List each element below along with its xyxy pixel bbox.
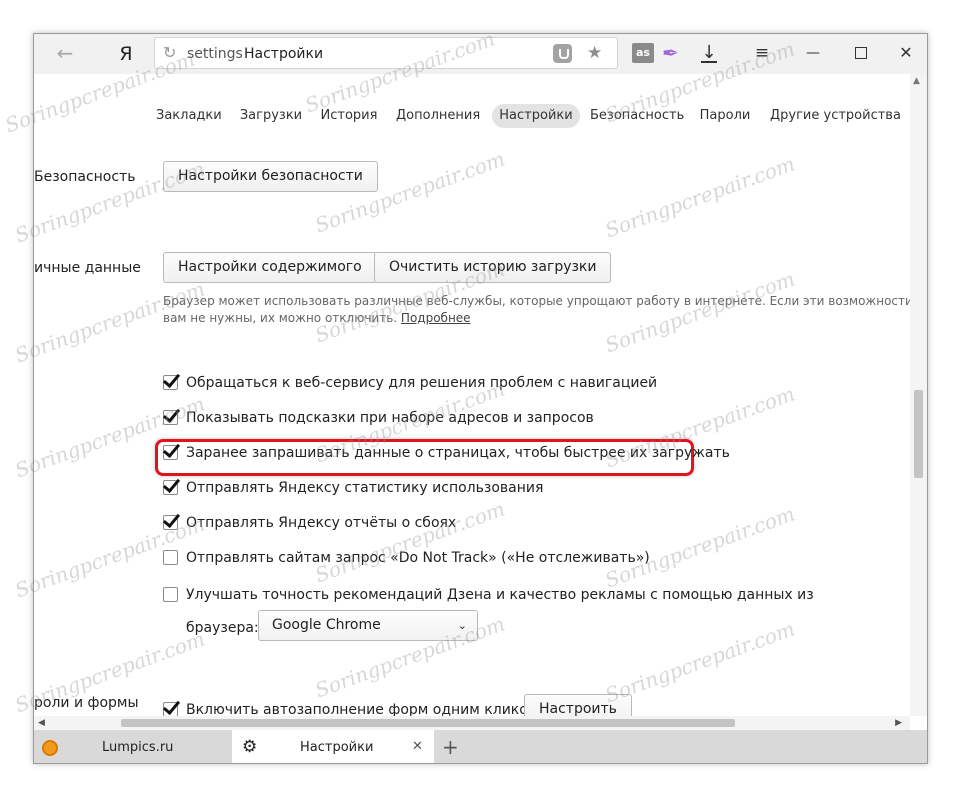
back-arrow-icon[interactable]: ← <box>52 40 78 66</box>
settings-content: Безопасность Настройки безопасности ичны… <box>34 156 927 725</box>
minimize-icon[interactable]: — <box>798 40 828 66</box>
prefetch-pages-label: Заранее запрашивать данные о страницах, … <box>186 445 730 461</box>
scroll-left-icon[interactable]: ◀ <box>38 716 45 730</box>
browser-select[interactable]: Google Chrome ⌄ <box>258 610 478 641</box>
settings-nav: Закладки Загрузки История Дополнения Нас… <box>34 74 927 156</box>
tab-lumpics-title: Lumpics.ru <box>102 740 174 755</box>
tab-settings[interactable]: Настройки <box>492 104 580 128</box>
tab-passwords[interactable]: Пароли <box>696 104 754 128</box>
scroll-up-icon[interactable]: ▲ <box>913 76 920 86</box>
crash-reports-checkbox[interactable] <box>163 515 178 530</box>
horizontal-scroll-thumb[interactable] <box>121 719 735 727</box>
tab-strip: Lumpics.ru ⚙ Настройки ✕ + <box>34 730 927 763</box>
section-security-label: Безопасность <box>34 169 136 185</box>
maximize-icon[interactable] <box>845 40 875 66</box>
horizontal-scrollbar[interactable]: ◀ ▶ <box>34 716 910 730</box>
close-window-icon[interactable]: ✕ <box>891 40 921 66</box>
reload-icon[interactable]: ↻ <box>163 44 176 62</box>
browser-toolbar: ← Я ↻ settings Настройки ★ as ✒ ↓ ≡ — ✕ <box>34 34 927 74</box>
tab-extensions[interactable]: Дополнения <box>396 104 480 128</box>
tab-bookmarks[interactable]: Закладки <box>156 104 222 128</box>
section-personal-data-label: ичные данные <box>34 260 141 276</box>
gear-icon: ⚙ <box>242 737 258 757</box>
tab-settings-page[interactable]: ⚙ Настройки ✕ <box>232 730 434 763</box>
tab-history[interactable]: История <box>318 104 380 128</box>
browser-select-label: браузера: <box>186 620 259 636</box>
protect-shield-icon[interactable] <box>553 44 572 63</box>
url-page-name: Настройки <box>244 46 324 62</box>
address-bar[interactable]: ↻ settings Настройки ★ <box>154 37 618 69</box>
crash-reports-label: Отправлять Яндексу отчёты о сбоях <box>186 515 457 531</box>
vertical-scrollbar[interactable]: ▲ <box>910 74 927 716</box>
browser-window: ← Я ↻ settings Настройки ★ as ✒ ↓ ≡ — ✕ … <box>33 33 928 764</box>
usage-statistics-label: Отправлять Яндексу статистику использова… <box>186 480 544 496</box>
prefetch-pages-checkbox[interactable] <box>163 445 178 460</box>
tab-settings-title: Настройки <box>300 740 374 755</box>
bookmark-star-icon[interactable]: ★ <box>587 43 602 63</box>
do-not-track-checkbox[interactable] <box>163 550 178 565</box>
yandex-logo[interactable]: Я <box>116 41 136 67</box>
tab-downloads[interactable]: Загрузки <box>239 104 303 128</box>
lastfm-extension-icon[interactable]: as <box>632 43 654 63</box>
vertical-scroll-thumb[interactable] <box>914 390 923 478</box>
chevron-down-icon: ⌄ <box>457 619 467 632</box>
zen-recommendations-label: Улучшать точность рекомендаций Дзена и к… <box>186 587 814 603</box>
help-text-body: Браузер может использовать различные веб… <box>163 294 913 325</box>
search-suggestions-label: Показывать подсказки при наборе адресов … <box>186 410 594 426</box>
content-settings-button[interactable]: Настройки содержимого <box>163 252 377 283</box>
usage-statistics-checkbox[interactable] <box>163 480 178 495</box>
scroll-right-icon[interactable]: ▶ <box>895 716 902 730</box>
downloads-icon[interactable]: ↓ <box>698 40 720 66</box>
lumpics-favicon-icon <box>42 740 58 756</box>
close-tab-icon[interactable]: ✕ <box>412 738 423 756</box>
web-services-help-text: Браузер может использовать различные веб… <box>163 293 913 327</box>
autofill-checkbox[interactable] <box>163 702 178 717</box>
browser-select-value: Google Chrome <box>272 617 381 633</box>
menu-icon[interactable]: ≡ <box>750 40 774 66</box>
navigation-service-checkbox[interactable] <box>163 375 178 390</box>
navigation-service-label: Обращаться к веб-сервису для решения про… <box>186 375 658 391</box>
tab-security[interactable]: Безопасность <box>590 104 684 128</box>
tab-other-devices[interactable]: Другие устройства <box>770 104 901 128</box>
search-suggestions-checkbox[interactable] <box>163 410 178 425</box>
section-passwords-label: роли и формы <box>34 695 139 711</box>
tab-lumpics[interactable]: Lumpics.ru <box>34 730 232 763</box>
clear-history-button[interactable]: Очистить историю загрузки <box>374 252 612 283</box>
more-info-link[interactable]: Подробнее <box>401 311 471 325</box>
feather-extension-icon[interactable]: ✒ <box>662 40 679 66</box>
security-settings-button[interactable]: Настройки безопасности <box>163 161 378 192</box>
new-tab-icon[interactable]: + <box>442 735 459 759</box>
do-not-track-label: Отправлять сайтам запрос «Do Not Track» … <box>186 550 650 566</box>
zen-recommendations-checkbox[interactable] <box>163 587 178 602</box>
url-scheme: settings <box>187 46 243 62</box>
